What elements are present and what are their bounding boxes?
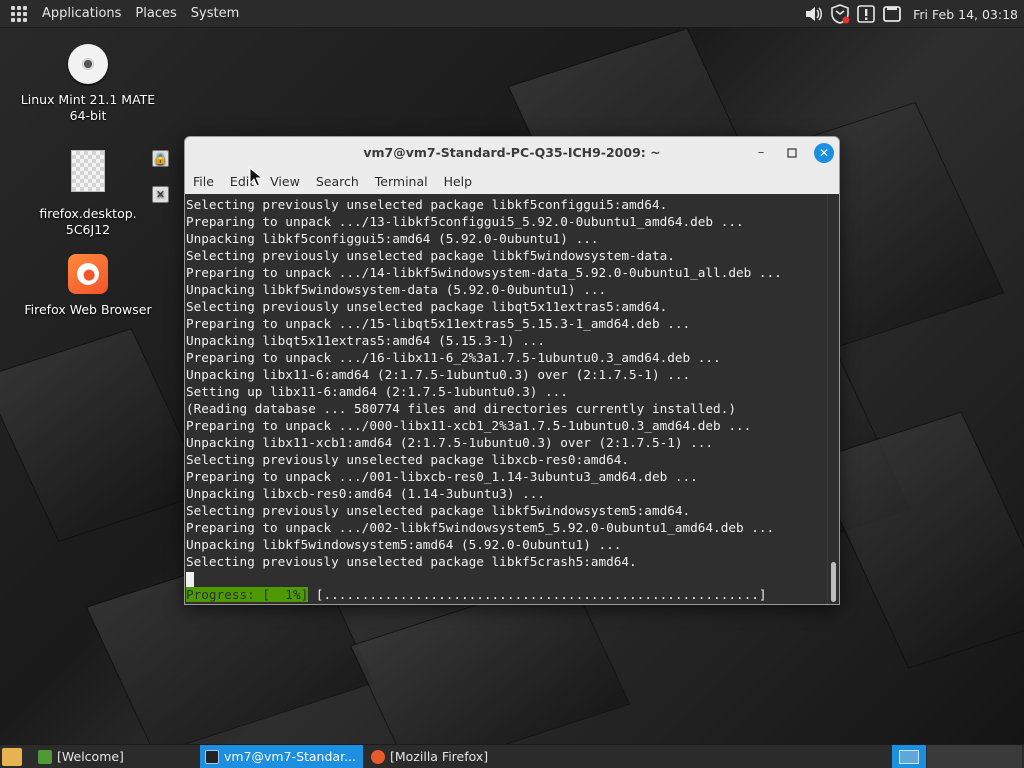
system-tray: Fri Feb 14, 03:18 bbox=[801, 0, 1024, 28]
dvd-icon bbox=[66, 44, 110, 88]
mint-welcome-icon bbox=[38, 750, 52, 764]
workspace-switcher-1[interactable] bbox=[892, 745, 926, 768]
terminal-line: Preparing to unpack .../001-libxcb-res0_… bbox=[186, 469, 698, 484]
terminal-line: Setting up libx11-6:amd64 (2:1.7.5-1ubun… bbox=[186, 384, 568, 399]
taskbar-item-terminal[interactable]: vm7@vm7-Standar... bbox=[200, 745, 363, 768]
menu-file[interactable]: File bbox=[185, 169, 222, 194]
terminal-line: Unpacking libxcb-res0:amd64 (1.14-3ubunt… bbox=[186, 486, 546, 501]
taskbar-item-label: [Welcome] bbox=[57, 749, 124, 764]
terminal-menubar: File Edit View Search Terminal Help bbox=[185, 169, 839, 194]
minimize-button[interactable]: – bbox=[751, 143, 771, 163]
system-menu[interactable]: System bbox=[184, 0, 246, 28]
firefox-icon bbox=[371, 750, 385, 764]
menu-view[interactable]: View bbox=[262, 169, 308, 194]
terminal-line: Unpacking libx11-xcb1:amd64 (2:1.7.5-1ub… bbox=[186, 435, 714, 450]
desktop-icon-label-line2: 64-bit bbox=[69, 108, 107, 123]
bottom-panel: [Welcome] vm7@vm7-Standar... [Mozilla Fi… bbox=[0, 744, 1024, 768]
workspace-preview bbox=[899, 750, 919, 764]
terminal-scrollbar[interactable] bbox=[827, 194, 839, 604]
desktop-icon-label: Firefox Web Browser bbox=[24, 302, 152, 317]
desktop-icon-label: firefox.desktop. bbox=[39, 206, 137, 221]
applications-menu-icon[interactable] bbox=[11, 5, 27, 22]
network-icon[interactable] bbox=[881, 3, 903, 25]
menu-help[interactable]: Help bbox=[436, 169, 481, 194]
terminal-icon bbox=[205, 750, 219, 764]
applications-menu[interactable]: Applications bbox=[35, 0, 128, 28]
scrollbar-thumb[interactable] bbox=[831, 562, 836, 602]
show-desktop-button[interactable] bbox=[2, 748, 22, 766]
desktop-icon-firefox-web-browser[interactable]: Firefox Web Browser bbox=[18, 252, 158, 318]
file-icon: 🔒 ✕ bbox=[66, 150, 169, 203]
clock[interactable]: Fri Feb 14, 03:18 bbox=[913, 7, 1018, 22]
desktop-icon-label: Linux Mint 21.1 MATE bbox=[20, 92, 156, 107]
terminal-line: (Reading database ... 580774 files and d… bbox=[186, 401, 736, 416]
workspace-switcher-2[interactable] bbox=[927, 745, 1022, 768]
taskbar-item-welcome[interactable]: [Welcome] bbox=[33, 745, 196, 768]
mouse-pointer-icon bbox=[249, 167, 263, 187]
maximize-button[interactable] bbox=[782, 143, 802, 163]
terminal-line: Preparing to unpack .../14-libkf5windows… bbox=[186, 265, 782, 280]
menu-search[interactable]: Search bbox=[308, 169, 367, 194]
update-manager-icon[interactable] bbox=[855, 3, 877, 25]
progress-line: Progress: [ 1%] [.......................… bbox=[186, 586, 767, 603]
volume-icon[interactable] bbox=[803, 3, 825, 25]
terminal-line: Preparing to unpack .../000-libx11-xcb1_… bbox=[186, 418, 752, 433]
firefox-icon bbox=[66, 254, 110, 298]
terminal-line: Selecting previously unselected package … bbox=[186, 452, 630, 467]
terminal-line: Unpacking libqt5x11extras5:amd64 (5.15.3… bbox=[186, 333, 546, 348]
shield-icon[interactable] bbox=[829, 3, 851, 25]
terminal-line: Selecting previously unselected package … bbox=[186, 197, 668, 212]
taskbar-item-label: [Mozilla Firefox] bbox=[390, 749, 489, 764]
menu-terminal[interactable]: Terminal bbox=[367, 169, 436, 194]
close-button[interactable]: ✕ bbox=[814, 143, 834, 163]
lock-icon: 🔒 bbox=[152, 150, 169, 167]
terminal-line: Preparing to unpack .../16-libx11-6_2%3a… bbox=[186, 350, 721, 365]
progress-label: Progress: [ 1%] bbox=[186, 587, 309, 602]
terminal-line: Unpacking libx11-6:amd64 (2:1.7.5-1ubunt… bbox=[186, 367, 691, 382]
cursor-line bbox=[186, 570, 828, 587]
progress-bar: [.......................................… bbox=[308, 587, 767, 602]
taskbar-item-label: vm7@vm7-Standar... bbox=[224, 749, 356, 764]
terminal-line: Preparing to unpack .../002-libkf5window… bbox=[186, 520, 775, 535]
terminal-line: Unpacking libkf5configgui5:amd64 (5.92.0… bbox=[186, 231, 599, 246]
terminal-line: Selecting previously unselected package … bbox=[186, 503, 691, 518]
terminal-line: Preparing to unpack .../15-libqt5x11extr… bbox=[186, 316, 691, 331]
terminal-window[interactable]: vm7@vm7-Standard-PC-Q35-ICH9-2009: ~ – ✕… bbox=[184, 136, 840, 605]
top-panel: Applications Places System Fri Feb 14, 0… bbox=[0, 0, 1024, 28]
terminal-line: Unpacking libkf5windowsystem5:amd64 (5.9… bbox=[186, 537, 622, 552]
text-cursor bbox=[186, 572, 194, 587]
desktop-icon-linux-mint-dvd[interactable]: Linux Mint 21.1 MATE 64-bit bbox=[18, 42, 158, 124]
desktop-icon-label-line2: 5C6J12 bbox=[65, 222, 111, 237]
terminal-line: Selecting previously unselected package … bbox=[186, 299, 668, 314]
terminal-line: Selecting previously unselected package … bbox=[186, 554, 637, 569]
window-titlebar[interactable]: vm7@vm7-Standard-PC-Q35-ICH9-2009: ~ – ✕ bbox=[185, 137, 839, 169]
window-title: vm7@vm7-Standard-PC-Q35-ICH9-2009: ~ bbox=[363, 145, 661, 160]
unreadable-icon: ✕ bbox=[152, 186, 169, 203]
taskbar-item-firefox[interactable]: [Mozilla Firefox] bbox=[366, 745, 529, 768]
terminal-output[interactable]: Selecting previously unselected package … bbox=[185, 194, 828, 604]
terminal-line: Unpacking libkf5windowsystem-data (5.92.… bbox=[186, 282, 607, 297]
places-menu[interactable]: Places bbox=[128, 0, 183, 28]
terminal-line: Preparing to unpack .../13-libkf5configg… bbox=[186, 214, 744, 229]
desktop-icon-firefox-desktop-file[interactable]: 🔒 ✕ firefox.desktop. 5C6J12 bbox=[18, 142, 169, 238]
terminal-line: Selecting previously unselected package … bbox=[186, 248, 675, 263]
